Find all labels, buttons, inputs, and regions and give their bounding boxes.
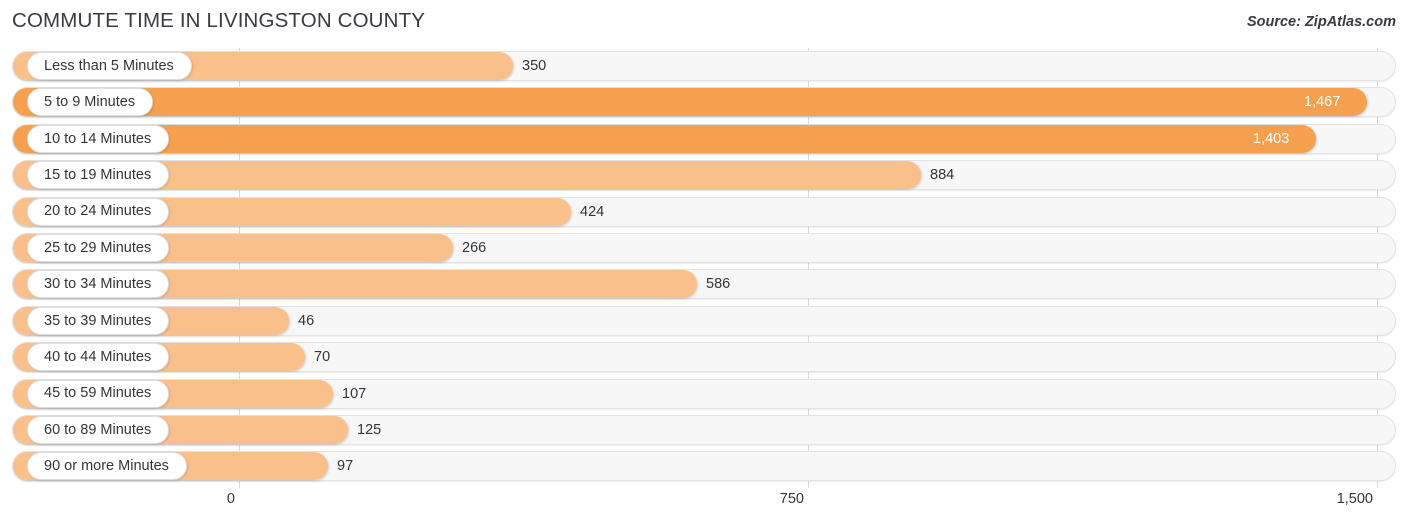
bar-fill [13,124,1316,153]
bar-value-label: 586 [706,276,731,293]
bar-value-inside: 1,403 [1253,130,1290,147]
bar-row[interactable]: 90 or more Minutes 97 [12,451,1396,482]
bar-category-pill[interactable]: 25 to 29 Minutes [27,234,170,262]
bar-row[interactable]: 20 to 24 Minutes 424 [12,196,1396,227]
bar-row[interactable]: 10 to 14 Minutes 1,403 [12,123,1396,154]
x-axis-tick-label: 1,500 [1336,491,1373,507]
bar-row[interactable]: Less than 5 Minutes 350 [12,51,1396,81]
source-attribution: Source: ZipAtlas.com [1246,14,1396,30]
plot-area: Less than 5 Minutes 350 5 to 9 Minutes 1,46… [0,48,1406,488]
page-title: COMMUTE TIME IN LIVINGSTON COUNTY [12,9,426,32]
bar-category-pill[interactable]: 35 to 39 Minutes [27,306,170,335]
bar-row[interactable]: 5 to 9 Minutes 1,467 [12,87,1396,118]
bar-category-label: 20 to 24 Minutes [44,203,152,220]
bar-value-label: 266 [462,240,487,256]
bar-category-label: 40 to 44 Minutes [44,348,152,365]
bar-value-label: 46 [298,312,315,329]
bar-category-label: 10 to 14 Minutes [44,130,152,147]
bar-value-label: 884 [930,167,955,184]
bar-value-label: 350 [522,58,547,74]
bar-row[interactable]: 40 to 44 Minutes 70 [12,342,1396,373]
chart-container: COMMUTE TIME IN LIVINGSTON COUNTY Source… [0,0,1406,522]
bar-category-pill[interactable]: 15 to 19 Minutes [27,161,170,190]
bar-row[interactable]: 45 to 59 Minutes 107 [12,378,1396,409]
bar-category-label: 30 to 34 Minutes [44,276,152,293]
bar-category-pill[interactable]: 60 to 89 Minutes [27,416,170,444]
bar-row[interactable]: 60 to 89 Minutes 125 [12,415,1396,445]
bar-category-pill[interactable]: 45 to 59 Minutes [27,379,170,408]
bar-row[interactable]: 30 to 34 Minutes 586 [12,269,1396,300]
bar-value-label: 97 [337,458,354,475]
bar-value-label: 424 [580,203,605,220]
bar-category-label: 45 to 59 Minutes [44,385,152,402]
bar-value-label: 70 [314,349,331,366]
bar-category-pill[interactable]: 30 to 34 Minutes [27,270,170,299]
x-axis-tick-label: 750 [779,491,804,507]
bar-category-label: 90 or more Minutes [44,458,169,475]
bar-category-pill[interactable]: 10 to 14 Minutes [27,124,170,153]
bar-value-inside: 1,467 [1304,94,1341,111]
bar-category-label: 25 to 29 Minutes [44,239,152,256]
bar-category-label: 5 to 9 Minutes [44,94,136,111]
x-axis-tick-label: 0 [226,491,235,507]
bar-category-label: 60 to 89 Minutes [44,421,152,438]
bar-category-pill[interactable]: 20 to 24 Minutes [27,197,170,226]
bar-value-label: 107 [342,385,367,402]
bar-value-label: 125 [357,422,382,438]
bar-category-pill[interactable]: 5 to 9 Minutes [27,88,154,117]
bar-category-pill[interactable]: 40 to 44 Minutes [27,343,170,372]
bar-row[interactable]: 25 to 29 Minutes 266 [12,233,1396,263]
bar-row[interactable]: 35 to 39 Minutes 46 [12,305,1396,336]
bar-category-label: Less than 5 Minutes [44,57,174,74]
bar-category-label: 15 to 19 Minutes [44,166,152,183]
bar-row[interactable]: 15 to 19 Minutes 884 [12,160,1396,191]
bar-category-pill[interactable]: 90 or more Minutes [27,452,187,481]
bar-category-pill[interactable]: Less than 5 Minutes [27,52,192,80]
bar-category-label: 35 to 39 Minutes [44,312,152,329]
x-axis: 0 750 1,500 [0,488,1406,522]
bar-fill [13,88,1367,117]
